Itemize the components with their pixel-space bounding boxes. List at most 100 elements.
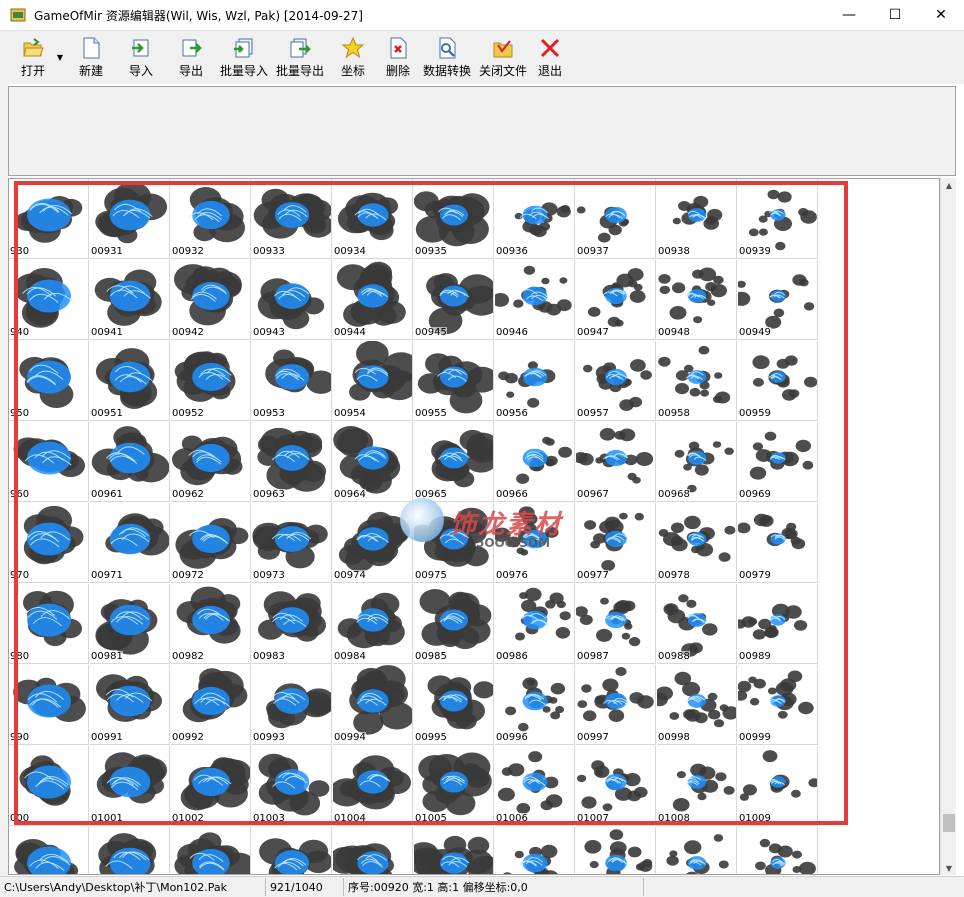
sprite-cell[interactable]: 01008	[657, 746, 737, 826]
sprite-cell[interactable]: 00982	[171, 584, 251, 664]
sprite-cell[interactable]: 01003	[252, 746, 332, 826]
sprite-cell[interactable]: 00935	[414, 179, 494, 259]
sprite-cell[interactable]: 00974	[333, 503, 413, 583]
sprite-cell[interactable]: 930	[9, 179, 89, 259]
sprite-cell[interactable]: 00955	[414, 341, 494, 421]
sprite-cell[interactable]: 00995	[414, 665, 494, 745]
sprite-cell[interactable]: 01004	[333, 746, 413, 826]
sprite-cell[interactable]: 00966	[495, 422, 575, 502]
sprite-cell[interactable]: 00946	[495, 260, 575, 340]
image-grid[interactable]: 930 00931 00932 00933 00934 00935 00936 00937 00…	[8, 178, 940, 875]
sprite-cell[interactable]: 00944	[333, 260, 413, 340]
minimize-button[interactable]: —	[826, 0, 872, 30]
scroll-down-arrow-icon[interactable]: ▼	[941, 861, 957, 875]
close-button[interactable]: ✕	[918, 0, 964, 30]
sprite-cell[interactable]: 00953	[252, 341, 332, 421]
sprite-cell[interactable]: 00969	[738, 422, 818, 502]
sprite-cell[interactable]: 00989	[738, 584, 818, 664]
sprite-cell[interactable]: 00978	[657, 503, 737, 583]
sprite-cell[interactable]: 01006	[495, 746, 575, 826]
sprite-cell[interactable]: 00948	[657, 260, 737, 340]
sprite-cell[interactable]: 00972	[171, 503, 251, 583]
sprite-cell[interactable]: 00959	[738, 341, 818, 421]
maximize-button[interactable]: ☐	[872, 0, 918, 30]
sprite-cell[interactable]: 00936	[495, 179, 575, 259]
sprite-cell[interactable]: 00943	[252, 260, 332, 340]
sprite-cell[interactable]: 01007	[576, 746, 656, 826]
sprite-cell[interactable]	[414, 827, 494, 874]
sprite-cell[interactable]: 00991	[90, 665, 170, 745]
vertical-scrollbar[interactable]: ▲ ▼	[940, 178, 956, 875]
batch-export-button[interactable]: 批量导出	[272, 31, 328, 83]
sprite-cell[interactable]: 00979	[738, 503, 818, 583]
sprite-cell[interactable]	[252, 827, 332, 874]
sprite-cell[interactable]: 00963	[252, 422, 332, 502]
sprite-cell[interactable]: 00997	[576, 665, 656, 745]
sprite-cell[interactable]	[657, 827, 737, 874]
sprite-cell[interactable]: 00973	[252, 503, 332, 583]
sprite-cell[interactable]	[738, 827, 818, 874]
sprite-cell[interactable]: 00987	[576, 584, 656, 664]
sprite-cell[interactable]: 00988	[657, 584, 737, 664]
close-file-button[interactable]: 关闭文件	[476, 31, 530, 83]
sprite-cell[interactable]: 00964	[333, 422, 413, 502]
sprite-cell[interactable]: 980	[9, 584, 89, 664]
sprite-cell[interactable]: 00992	[171, 665, 251, 745]
sprite-cell[interactable]: 00933	[252, 179, 332, 259]
sprite-cell[interactable]: 00981	[90, 584, 170, 664]
sprite-cell[interactable]: 00958	[657, 341, 737, 421]
sprite-cell[interactable]: 00937	[576, 179, 656, 259]
sprite-cell[interactable]: 00998	[657, 665, 737, 745]
sprite-cell[interactable]: 00954	[333, 341, 413, 421]
new-button[interactable]: 新建	[66, 31, 116, 83]
sprite-cell[interactable]: 00952	[171, 341, 251, 421]
sprite-cell[interactable]: 00967	[576, 422, 656, 502]
sprite-cell[interactable]: 00994	[333, 665, 413, 745]
sprite-cell[interactable]: 970	[9, 503, 89, 583]
sprite-cell[interactable]: 00962	[171, 422, 251, 502]
sprite-cell[interactable]: 960	[9, 422, 89, 502]
open-button[interactable]: 打开	[10, 31, 56, 83]
sprite-cell[interactable]	[333, 827, 413, 874]
sprite-cell[interactable]: 01002	[171, 746, 251, 826]
sprite-cell[interactable]: 00957	[576, 341, 656, 421]
import-button[interactable]: 导入	[116, 31, 166, 83]
sprite-cell[interactable]: 00945	[414, 260, 494, 340]
sprite-cell[interactable]: 990	[9, 665, 89, 745]
sprite-cell[interactable]: 00968	[657, 422, 737, 502]
sprite-cell[interactable]: 00949	[738, 260, 818, 340]
sprite-cell[interactable]: 00984	[333, 584, 413, 664]
exit-button[interactable]: 退出	[530, 31, 570, 83]
sprite-cell[interactable]: 00942	[171, 260, 251, 340]
sprite-cell[interactable]	[495, 827, 575, 874]
sprite-cell[interactable]: 00985	[414, 584, 494, 664]
delete-button[interactable]: 删除	[378, 31, 418, 83]
sprite-cell[interactable]: 00986	[495, 584, 575, 664]
sprite-cell[interactable]: 00951	[90, 341, 170, 421]
sprite-cell[interactable]: 00932	[171, 179, 251, 259]
sprite-cell[interactable]: 00996	[495, 665, 575, 745]
sprite-cell[interactable]: 950	[9, 341, 89, 421]
sprite-cell[interactable]: 00976	[495, 503, 575, 583]
sprite-cell[interactable]: 940	[9, 260, 89, 340]
sprite-cell[interactable]: 01005	[414, 746, 494, 826]
sprite-cell[interactable]	[171, 827, 251, 874]
sprite-cell[interactable]: 01001	[90, 746, 170, 826]
sprite-cell[interactable]: 00965	[414, 422, 494, 502]
sprite-cell[interactable]	[576, 827, 656, 874]
sprite-cell[interactable]: 00941	[90, 260, 170, 340]
sprite-cell[interactable]: 00931	[90, 179, 170, 259]
sprite-cell[interactable]: 00934	[333, 179, 413, 259]
sprite-cell[interactable]: 00961	[90, 422, 170, 502]
sprite-cell[interactable]: 00993	[252, 665, 332, 745]
sprite-cell[interactable]: 00977	[576, 503, 656, 583]
sprite-cell[interactable]: 00939	[738, 179, 818, 259]
sprite-cell[interactable]: 000	[9, 746, 89, 826]
sprite-cell[interactable]: 01009	[738, 746, 818, 826]
sprite-cell[interactable]: 00975	[414, 503, 494, 583]
scroll-thumb[interactable]	[943, 814, 955, 832]
data-convert-button[interactable]: 数据转换	[418, 31, 476, 83]
sprite-cell[interactable]	[9, 827, 89, 874]
batch-import-button[interactable]: 批量导入	[216, 31, 272, 83]
sprite-cell[interactable]: 00983	[252, 584, 332, 664]
